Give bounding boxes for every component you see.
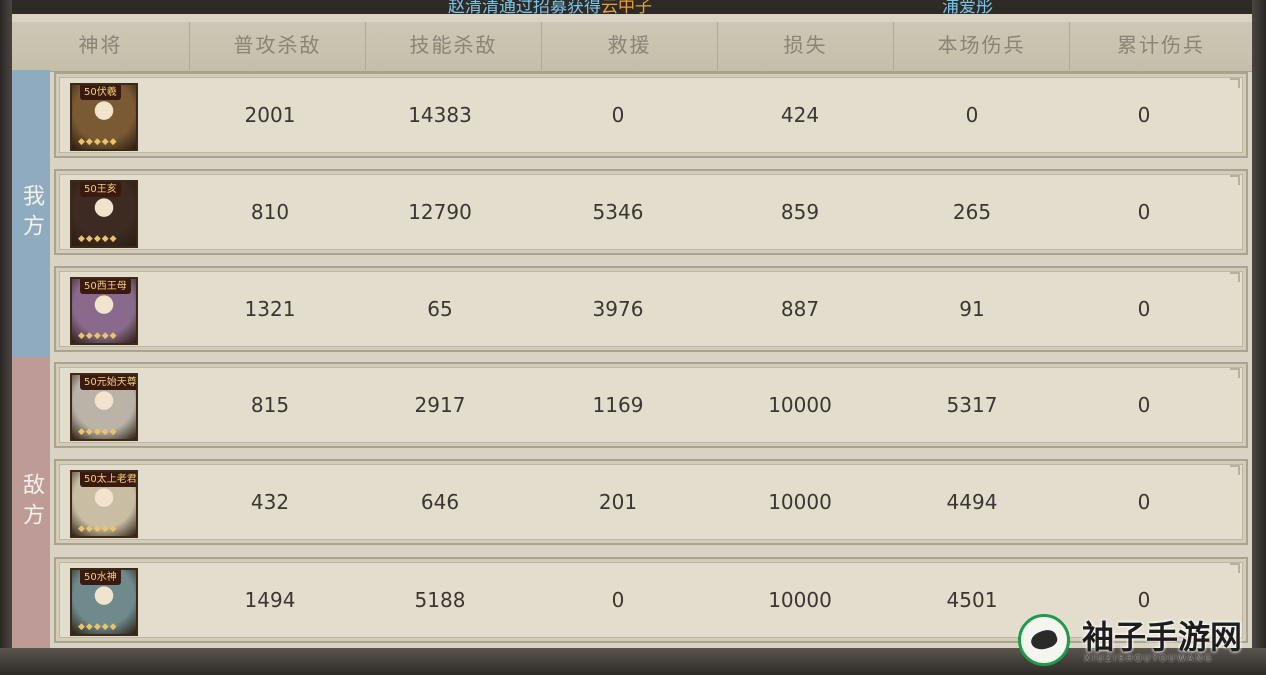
cell-loss: 859 bbox=[780, 200, 820, 224]
row-corner-ornament bbox=[1230, 368, 1240, 378]
cell-skill-kills: 65 bbox=[427, 297, 453, 321]
cell-battle-wounded: 265 bbox=[952, 200, 992, 224]
battle-stats-panel: 神将 普攻杀敌 技能杀敌 救援 损失 本场伤兵 累计伤兵 我方 敌方 50伏羲 ◆… bbox=[12, 14, 1252, 648]
header-normal-kills: 普攻杀敌 bbox=[190, 22, 366, 72]
header-total-wounded: 累计伤兵 bbox=[1117, 33, 1205, 57]
watermark-subtitle: XIUZISHOUYOUWANG bbox=[1084, 654, 1214, 664]
row-corner-ornament bbox=[1230, 563, 1240, 573]
cell-loss: 424 bbox=[780, 103, 820, 127]
banner-left-text: 赵清清通过招募获得 bbox=[448, 0, 601, 14]
general-level-name: 50王亥 bbox=[80, 182, 121, 197]
cell-skill-kills: 2917 bbox=[414, 393, 466, 417]
table-row[interactable]: 50太上老君 ◆◆◆◆◆ 432 646 201 10000 4494 0 bbox=[54, 459, 1248, 545]
announcement-banner: 赵清清通过招募获得云中子 浦爱彤 bbox=[12, 0, 1252, 14]
general-portrait[interactable]: 50伏羲 ◆◆◆◆◆ bbox=[70, 83, 138, 151]
banner-left: 赵清清通过招募获得云中子 bbox=[448, 0, 652, 14]
star-rating-icon: ◆◆◆◆◆ bbox=[78, 427, 118, 437]
cell-total-wounded: 0 bbox=[1137, 103, 1151, 127]
banner-right: 浦爱彤 bbox=[942, 0, 993, 14]
cell-rescue: 5346 bbox=[592, 200, 644, 224]
cell-skill-kills: 5188 bbox=[414, 588, 466, 612]
cell-normal-kills: 432 bbox=[250, 490, 290, 514]
general-level-name: 50元始天尊 bbox=[80, 375, 136, 390]
cell-rescue: 0 bbox=[611, 103, 625, 127]
header-battle-wounded: 本场伤兵 bbox=[894, 22, 1070, 72]
table-row[interactable]: 50伏羲 ◆◆◆◆◆ 2001 14383 0 424 0 0 bbox=[54, 72, 1248, 158]
cell-rescue: 3976 bbox=[592, 297, 644, 321]
cell-skill-kills: 12790 bbox=[408, 200, 472, 224]
enemy-side-label: 敌方 bbox=[12, 357, 50, 648]
row-corner-ornament bbox=[1230, 175, 1240, 185]
general-portrait[interactable]: 50元始天尊 ◆◆◆◆◆ bbox=[70, 373, 138, 441]
general-portrait[interactable]: 50王亥 ◆◆◆◆◆ bbox=[70, 180, 138, 248]
cell-rescue: 0 bbox=[611, 588, 625, 612]
table-row[interactable]: 50元始天尊 ◆◆◆◆◆ 815 2917 1169 10000 5317 0 bbox=[54, 362, 1248, 448]
watermark-logo-icon bbox=[1018, 614, 1070, 666]
header-skill-kills: 技能杀敌 bbox=[366, 22, 542, 72]
cell-normal-kills: 810 bbox=[250, 200, 290, 224]
star-rating-icon: ◆◆◆◆◆ bbox=[78, 234, 118, 244]
cell-battle-wounded: 0 bbox=[965, 103, 979, 127]
cell-normal-kills: 1494 bbox=[244, 588, 296, 612]
cell-loss: 10000 bbox=[768, 490, 832, 514]
cell-total-wounded: 0 bbox=[1137, 200, 1151, 224]
general-portrait[interactable]: 50太上老君 ◆◆◆◆◆ bbox=[70, 470, 138, 538]
cell-rescue: 201 bbox=[598, 490, 638, 514]
ally-side-label: 我方 bbox=[12, 70, 50, 357]
watermark: 袖子手游网 XIUZISHOUYOUWANG bbox=[1018, 612, 1258, 670]
cell-battle-wounded: 5317 bbox=[946, 393, 998, 417]
header-loss: 损失 bbox=[718, 22, 894, 72]
cell-total-wounded: 0 bbox=[1137, 490, 1151, 514]
general-level-name: 50伏羲 bbox=[80, 85, 121, 100]
cell-battle-wounded: 4494 bbox=[946, 490, 998, 514]
cell-loss: 10000 bbox=[768, 588, 832, 612]
cell-skill-kills: 14383 bbox=[408, 103, 472, 127]
table-row[interactable]: 50王亥 ◆◆◆◆◆ 810 12790 5346 859 265 0 bbox=[54, 169, 1248, 255]
general-portrait[interactable]: 50西王母 ◆◆◆◆◆ bbox=[70, 277, 138, 345]
star-rating-icon: ◆◆◆◆◆ bbox=[78, 622, 118, 632]
star-rating-icon: ◆◆◆◆◆ bbox=[78, 331, 118, 341]
header-general: 神将 bbox=[12, 22, 190, 72]
cell-total-wounded: 0 bbox=[1137, 393, 1151, 417]
cell-skill-kills: 646 bbox=[420, 490, 460, 514]
banner-highlight: 云中子 bbox=[601, 0, 652, 14]
frame-left bbox=[0, 0, 12, 675]
cell-rescue: 1169 bbox=[592, 393, 644, 417]
row-corner-ornament bbox=[1230, 272, 1240, 282]
table-row[interactable]: 50西王母 ◆◆◆◆◆ 1321 65 3976 887 91 0 bbox=[54, 266, 1248, 352]
cell-loss: 887 bbox=[780, 297, 820, 321]
cell-battle-wounded: 91 bbox=[959, 297, 985, 321]
star-rating-icon: ◆◆◆◆◆ bbox=[78, 137, 118, 147]
cell-loss: 10000 bbox=[768, 393, 832, 417]
general-level-name: 50西王母 bbox=[80, 279, 131, 294]
table-header: 神将 普攻杀敌 技能杀敌 救援 损失 本场伤兵 累计伤兵 bbox=[12, 22, 1252, 72]
general-portrait[interactable]: 50水神 ◆◆◆◆◆ bbox=[70, 568, 138, 636]
frame-right bbox=[1252, 0, 1266, 675]
cell-normal-kills: 1321 bbox=[244, 297, 296, 321]
row-corner-ornament bbox=[1230, 78, 1240, 88]
cell-total-wounded: 0 bbox=[1137, 297, 1151, 321]
general-level-name: 50太上老君 bbox=[80, 472, 136, 487]
cell-normal-kills: 2001 bbox=[244, 103, 296, 127]
general-level-name: 50水神 bbox=[80, 570, 121, 585]
watermark-title: 袖子手游网 bbox=[1082, 618, 1243, 656]
row-corner-ornament bbox=[1230, 465, 1240, 475]
cell-normal-kills: 815 bbox=[250, 393, 290, 417]
star-rating-icon: ◆◆◆◆◆ bbox=[78, 524, 118, 534]
header-rescue: 救援 bbox=[542, 22, 718, 72]
